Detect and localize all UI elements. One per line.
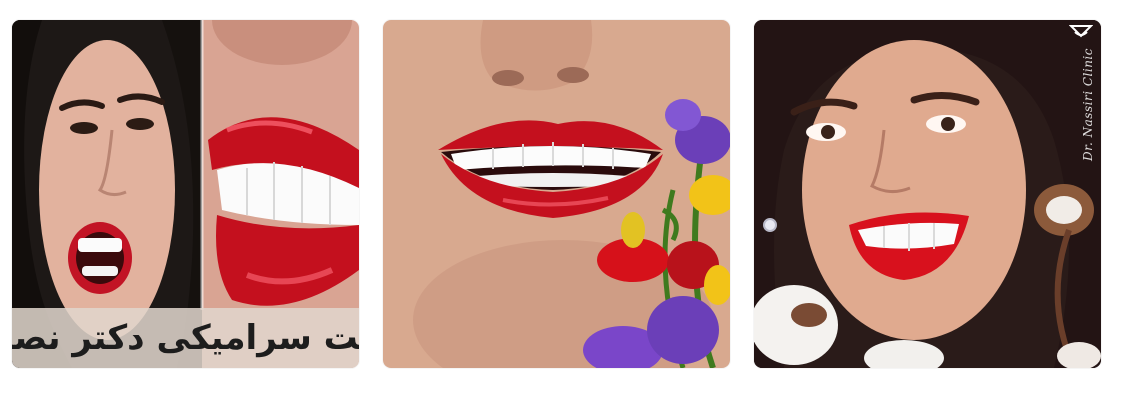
- gallery-card-veneer-before-after[interactable]: لمینت سرامیکی دکتر نصیری: [12, 20, 359, 368]
- cotton-portrait-photo: [754, 20, 1101, 368]
- image-caption: لمینت سرامیکی دکتر نصیری: [12, 318, 359, 358]
- clinic-watermark: Dr. Nassiri Clinic: [1081, 48, 1095, 162]
- caption-band: لمینت سرامیکی دکتر نصیری: [12, 308, 359, 368]
- clinic-logo-icon: [1069, 25, 1093, 38]
- image-gallery: لمینت سرامیکی دکتر نصیری: [0, 0, 1128, 400]
- gallery-card-cotton-portrait[interactable]: Dr. Nassiri Clinic: [754, 20, 1101, 368]
- gallery-card-smile-flowers[interactable]: [383, 20, 730, 368]
- smile-flowers-photo: [383, 20, 730, 368]
